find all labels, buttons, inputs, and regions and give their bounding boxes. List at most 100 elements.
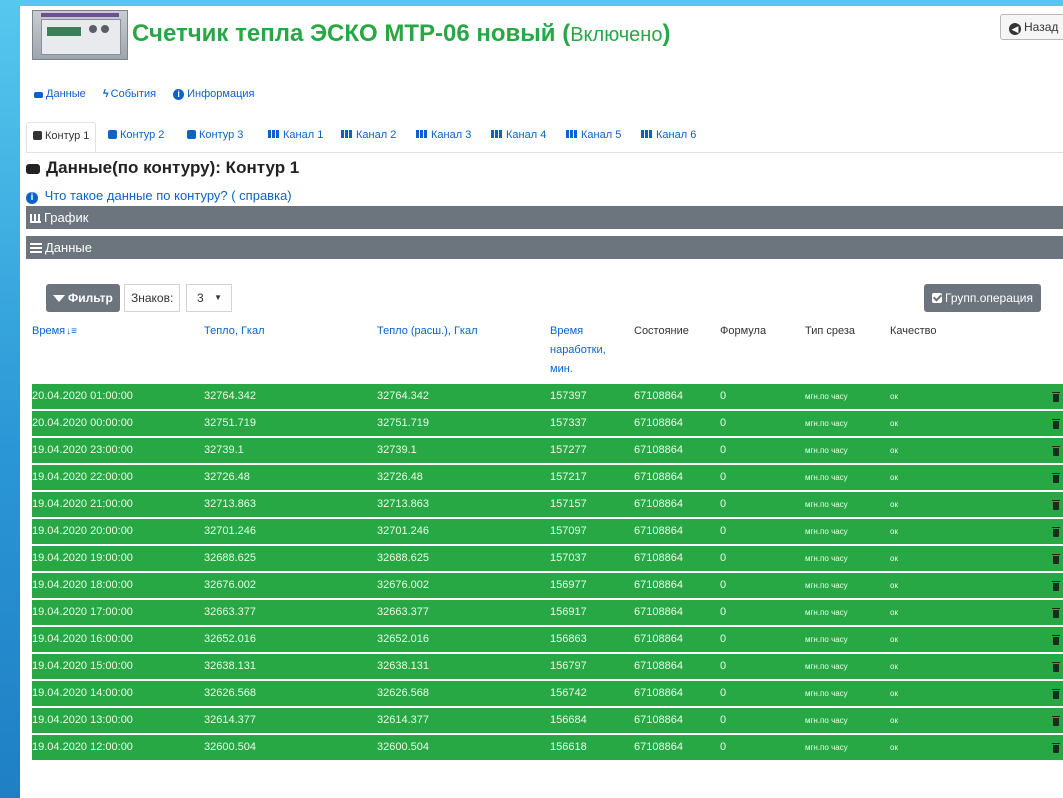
table-row[interactable]: 20.04.2020 00:00:00 32751.719 32751.719 157… <box>32 411 1063 438</box>
chart-section-header[interactable]: График <box>26 206 1063 229</box>
tab-label: Канал 6 <box>656 129 697 141</box>
nav-data[interactable]: Данные <box>34 88 86 100</box>
trash-icon[interactable] <box>1052 500 1060 510</box>
top-nav: Данные ϟ События i Информация <box>34 88 268 100</box>
table-row[interactable]: 19.04.2020 21:00:00 32713.863 32713.863 157… <box>32 492 1063 519</box>
nav-events[interactable]: ϟ События <box>103 88 156 100</box>
tab-label: Контур 2 <box>120 129 165 141</box>
table-row[interactable]: 20.04.2020 01:00:00 32764.342 32764.342 157… <box>32 384 1063 411</box>
table-row[interactable]: 19.04.2020 22:00:00 32726.48 32726.48 15721… <box>32 465 1063 492</box>
digits-select[interactable]: 3 ▼ <box>186 284 232 312</box>
cell-runtime: 157157 <box>550 498 587 510</box>
cell-heat: 32600.504 <box>204 741 256 753</box>
cell-heat-calc: 32701.246 <box>377 525 429 537</box>
back-label: Назад <box>1024 20 1059 34</box>
database-icon <box>26 160 40 174</box>
trash-icon[interactable] <box>1052 743 1060 753</box>
cell-quality: ок <box>890 581 898 590</box>
cell-formula: 0 <box>720 687 727 699</box>
arrow-left-circle-icon: ◀ <box>1009 23 1021 35</box>
filter-icon <box>53 295 65 302</box>
cell-runtime: 156917 <box>550 606 587 618</box>
cell-state: 67108864 <box>634 606 683 618</box>
trash-icon[interactable] <box>1052 473 1060 483</box>
table-row[interactable]: 19.04.2020 19:00:00 32688.625 32688.625 157… <box>32 546 1063 573</box>
tab-contour-3[interactable]: Контур 3 <box>187 122 243 152</box>
caret-down-icon: ▼ <box>214 293 222 302</box>
cell-runtime: 157037 <box>550 552 587 564</box>
cell-cut: мгн.по часу <box>805 419 848 428</box>
cell-time: 20.04.2020 00:00:00 <box>32 417 133 429</box>
tab-channel-2[interactable]: Канал 2 <box>341 122 396 152</box>
database-icon <box>34 89 43 98</box>
sort-desc-icon[interactable]: ↓≡ <box>66 322 77 341</box>
nav-info[interactable]: i Информация <box>173 88 254 100</box>
trash-icon[interactable] <box>1052 635 1060 645</box>
tab-label: Канал 2 <box>356 129 397 141</box>
column-header-runtime[interactable]: Время наработки, мин. <box>550 322 606 379</box>
tab-channel-3[interactable]: Канал 3 <box>416 122 471 152</box>
table-row[interactable]: 19.04.2020 14:00:00 32626.568 32626.568 156… <box>32 681 1063 708</box>
group-operation-label: Групп.операция <box>945 291 1033 305</box>
tab-channel-4[interactable]: Канал 4 <box>491 122 546 152</box>
table-row[interactable]: 19.04.2020 17:00:00 32663.377 32663.377 156… <box>32 600 1063 627</box>
tab-label: Канал 3 <box>431 129 472 141</box>
column-header-heat-calc[interactable]: Тепло (расш.), Гкал <box>377 322 478 341</box>
trash-icon[interactable] <box>1052 446 1060 456</box>
trash-icon[interactable] <box>1052 527 1060 537</box>
tab-contour-1[interactable]: Контур 1 <box>26 122 97 152</box>
cell-cut: мгн.по часу <box>805 689 848 698</box>
table-icon <box>341 130 353 138</box>
cell-state: 67108864 <box>634 741 683 753</box>
group-operation-button[interactable]: Групп.операция <box>924 284 1041 312</box>
cell-state: 67108864 <box>634 525 683 537</box>
cell-runtime: 157397 <box>550 390 587 402</box>
tab-channel-5[interactable]: Канал 5 <box>566 122 621 152</box>
cell-formula: 0 <box>720 471 727 483</box>
cell-runtime: 156618 <box>550 741 587 753</box>
cell-heat: 32676.002 <box>204 579 256 591</box>
cell-quality: ок <box>890 392 898 401</box>
cell-heat-calc: 32726.48 <box>377 471 423 483</box>
cell-time: 19.04.2020 16:00:00 <box>32 633 133 645</box>
trash-icon[interactable] <box>1052 419 1060 429</box>
cell-formula: 0 <box>720 525 727 537</box>
tab-contour-2[interactable]: Контур 2 <box>108 122 164 152</box>
trash-icon[interactable] <box>1052 581 1060 591</box>
table-row[interactable]: 19.04.2020 18:00:00 32676.002 32676.002 156… <box>32 573 1063 600</box>
tab-channel-6[interactable]: Канал 6 <box>641 122 696 152</box>
trash-icon[interactable] <box>1052 608 1060 618</box>
help-link[interactable]: i Что такое данные по контуру? ( справка… <box>26 188 292 204</box>
cell-formula: 0 <box>720 741 727 753</box>
column-header-heat[interactable]: Тепло, Гкал <box>204 322 265 341</box>
cell-cut: мгн.по часу <box>805 608 848 617</box>
cell-heat-calc: 32652.016 <box>377 633 429 645</box>
cell-state: 67108864 <box>634 579 683 591</box>
column-runtime-line-1: Время <box>550 325 584 337</box>
trash-icon[interactable] <box>1052 662 1060 672</box>
cell-formula: 0 <box>720 579 727 591</box>
column-header-time[interactable]: Время↓≡ <box>32 322 77 341</box>
page: Счетчик тепла ЭСКО МТР-06 новый (Включен… <box>20 6 1063 798</box>
trash-icon[interactable] <box>1052 716 1060 726</box>
cell-quality: ок <box>890 689 898 698</box>
cell-runtime: 157337 <box>550 417 587 429</box>
table-row[interactable]: 19.04.2020 23:00:00 32739.1 32739.1 157277 6… <box>32 438 1063 465</box>
data-section-header[interactable]: Данные <box>26 236 1063 259</box>
cell-quality: ок <box>890 554 898 563</box>
cell-state: 67108864 <box>634 498 683 510</box>
table-row[interactable]: 19.04.2020 13:00:00 32614.377 32614.377 156… <box>32 708 1063 735</box>
table-row[interactable]: 19.04.2020 20:00:00 32701.246 32701.246 157… <box>32 519 1063 546</box>
table-row[interactable]: 19.04.2020 15:00:00 32638.131 32638.131 156… <box>32 654 1063 681</box>
filter-button[interactable]: Фильтр <box>46 284 120 312</box>
trash-icon[interactable] <box>1052 689 1060 699</box>
table-icon <box>566 130 578 138</box>
trash-icon[interactable] <box>1052 554 1060 564</box>
table-row[interactable]: 19.04.2020 16:00:00 32652.016 32652.016 156… <box>32 627 1063 654</box>
trash-icon[interactable] <box>1052 392 1060 402</box>
tab-channel-1[interactable]: Канал 1 <box>268 122 323 152</box>
back-button[interactable]: ◀ Назад <box>1000 14 1063 40</box>
table-row[interactable]: 19.04.2020 12:00:00 32600.504 32600.504 156… <box>32 735 1063 762</box>
cell-heat: 32764.342 <box>204 390 256 402</box>
table-header: Время↓≡ Тепло, Гкал Тепло (расш.), Гкал … <box>32 320 1063 384</box>
